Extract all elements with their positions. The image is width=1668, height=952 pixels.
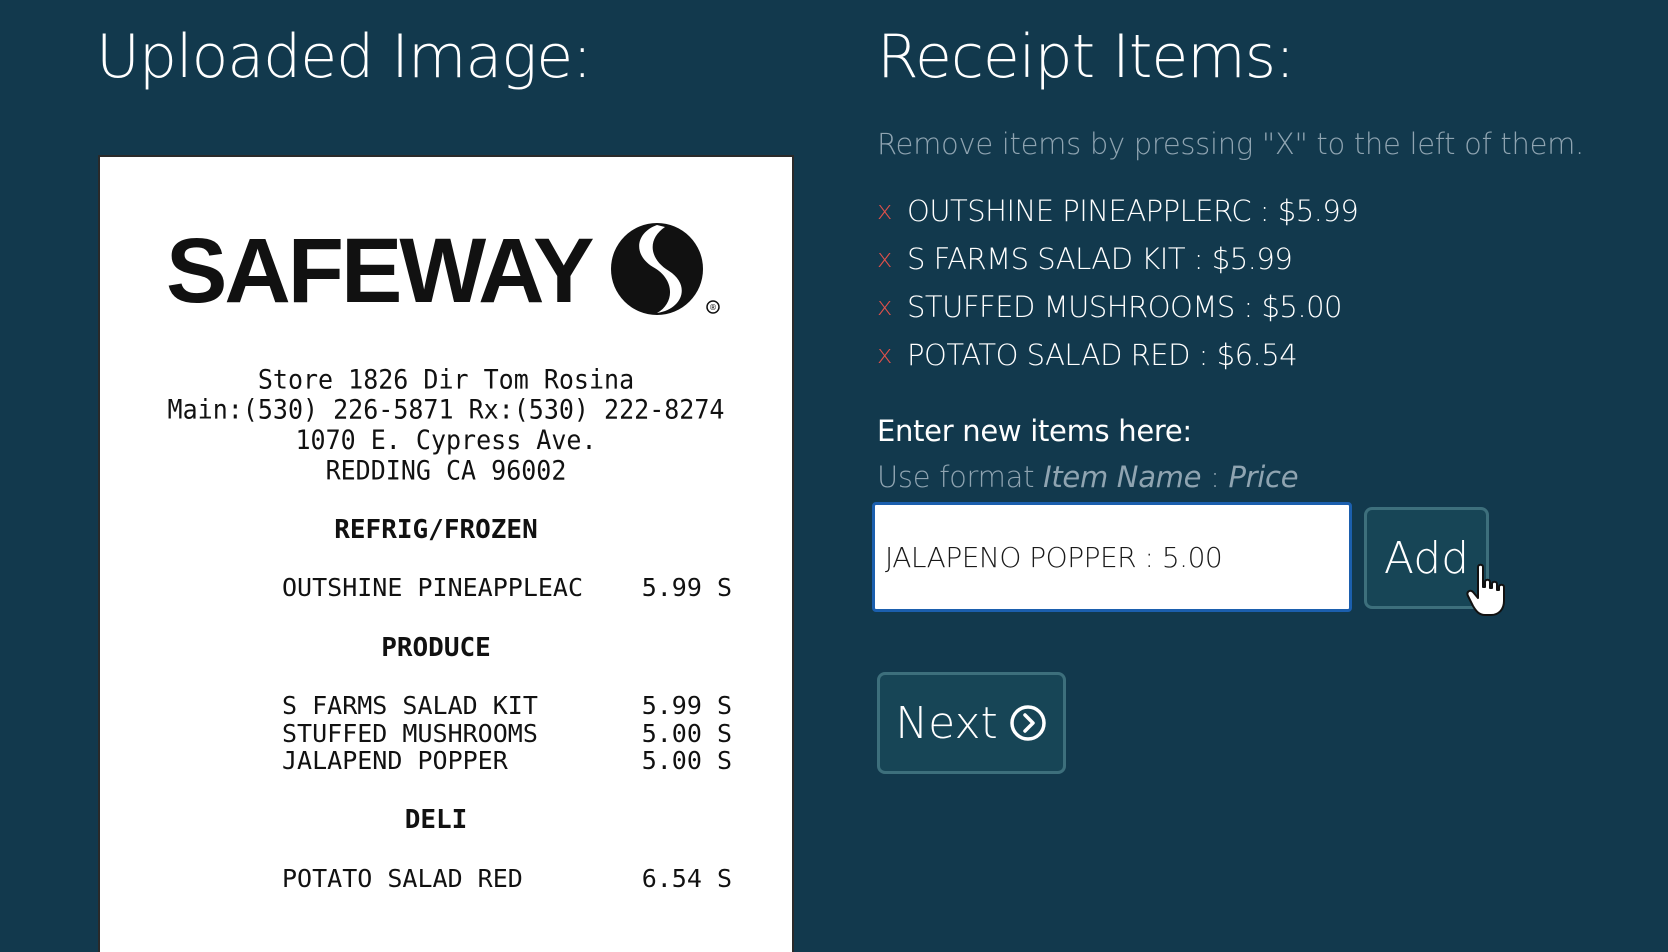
receipt-line-name: JALAPEND POPPER	[282, 746, 508, 775]
store-line: Store 1826 Dir Tom Rosina	[257, 364, 635, 395]
item-label: S FARMS SALAD KIT : $5.99	[907, 242, 1293, 276]
hand-pointer-icon	[1466, 563, 1505, 616]
item-label: STUFFED MUSHROOMS : $5.00	[907, 290, 1343, 324]
store-line: Main:(530) 226-5871 Rx:(530) 222-8274	[167, 394, 725, 425]
enter-items-label: Enter new items here:	[877, 414, 1192, 448]
receipt-line-price: 6.54 S	[641, 864, 732, 893]
receipt-line-price: 5.99 S	[641, 691, 732, 720]
receipt-line-name: S FARMS SALAD KIT	[282, 691, 538, 720]
format-separator: :	[1201, 460, 1229, 494]
receipt-line: STUFFED MUSHROOMS 5.00 S	[282, 720, 732, 748]
receipt-line-name: STUFFED MUSHROOMS	[282, 719, 538, 748]
format-prefix: Use format	[877, 460, 1044, 494]
receipt-items-title: Receipt Items:	[877, 22, 1295, 92]
close-icon[interactable]: x	[877, 196, 907, 226]
safeway-logo: SAFEWAY ®	[166, 219, 723, 323]
item-label: OUTSHINE PINEAPPLERC : $5.99	[907, 194, 1359, 228]
format-price: Price	[1228, 460, 1299, 494]
list-item: x STUFFED MUSHROOMS : $5.00	[877, 283, 1358, 331]
receipt-line: POTATO SALAD RED 6.54 S	[282, 865, 732, 893]
list-item: x POTATO SALAD RED : $6.54	[877, 331, 1358, 379]
receipt-line-price: 5.00 S	[641, 719, 732, 748]
safeway-s-logo-icon: ®	[611, 223, 721, 315]
department-heading: REFRIG/FROZEN	[334, 515, 538, 545]
list-item: x S FARMS SALAD KIT : $5.99	[877, 235, 1358, 283]
next-button[interactable]: Next	[877, 672, 1066, 774]
format-hint: Use format Item Name : Price	[877, 460, 1299, 494]
item-label: POTATO SALAD RED : $6.54	[907, 338, 1298, 372]
receipt-line-name: POTATO SALAD RED	[282, 864, 523, 893]
chevron-right-circle-icon	[1010, 705, 1046, 741]
app-page: Uploaded Image: SAFEWAY ® Store 1826 Dir…	[0, 0, 1668, 952]
close-icon[interactable]: x	[877, 244, 907, 274]
logo-text: SAFEWAY	[166, 220, 594, 322]
receipt-line-price: 5.99 S	[641, 573, 732, 602]
receipt-line-name: OUTSHINE PINEAPPLEAC	[282, 573, 584, 602]
receipt-line-price: 5.00 S	[641, 746, 732, 775]
close-icon[interactable]: x	[877, 340, 907, 370]
receipt-line: JALAPEND POPPER 5.00 S	[282, 747, 732, 775]
uploaded-image-title: Uploaded Image:	[96, 22, 592, 92]
receipt-line: OUTSHINE PINEAPPLEAC 5.99 S	[282, 574, 732, 602]
department-heading: DELI	[404, 805, 468, 835]
receipt-line: S FARMS SALAD KIT 5.99 S	[282, 692, 732, 720]
next-label: Next	[895, 697, 998, 749]
remove-hint: Remove items by pressing "X" to the left…	[877, 127, 1584, 161]
new-item-input[interactable]	[872, 502, 1352, 612]
store-info: Store 1826 Dir Tom Rosina Main:(530) 226…	[100, 364, 792, 486]
registered-mark: ®	[709, 303, 717, 312]
list-item: x OUTSHINE PINEAPPLERC : $5.99	[877, 187, 1359, 235]
store-line: 1070 E. Cypress Ave.	[295, 425, 597, 456]
store-line: REDDING CA 96002	[325, 455, 567, 486]
department-heading: PRODUCE	[381, 633, 491, 663]
receipt-items-list: x OUTSHINE PINEAPPLERC : $5.99 x S FARMS…	[877, 187, 1359, 379]
receipt-image: SAFEWAY ® Store 1826 Dir Tom Rosina Main…	[98, 155, 794, 952]
close-icon[interactable]: x	[877, 292, 907, 322]
format-item-name: Item Name	[1043, 460, 1202, 494]
